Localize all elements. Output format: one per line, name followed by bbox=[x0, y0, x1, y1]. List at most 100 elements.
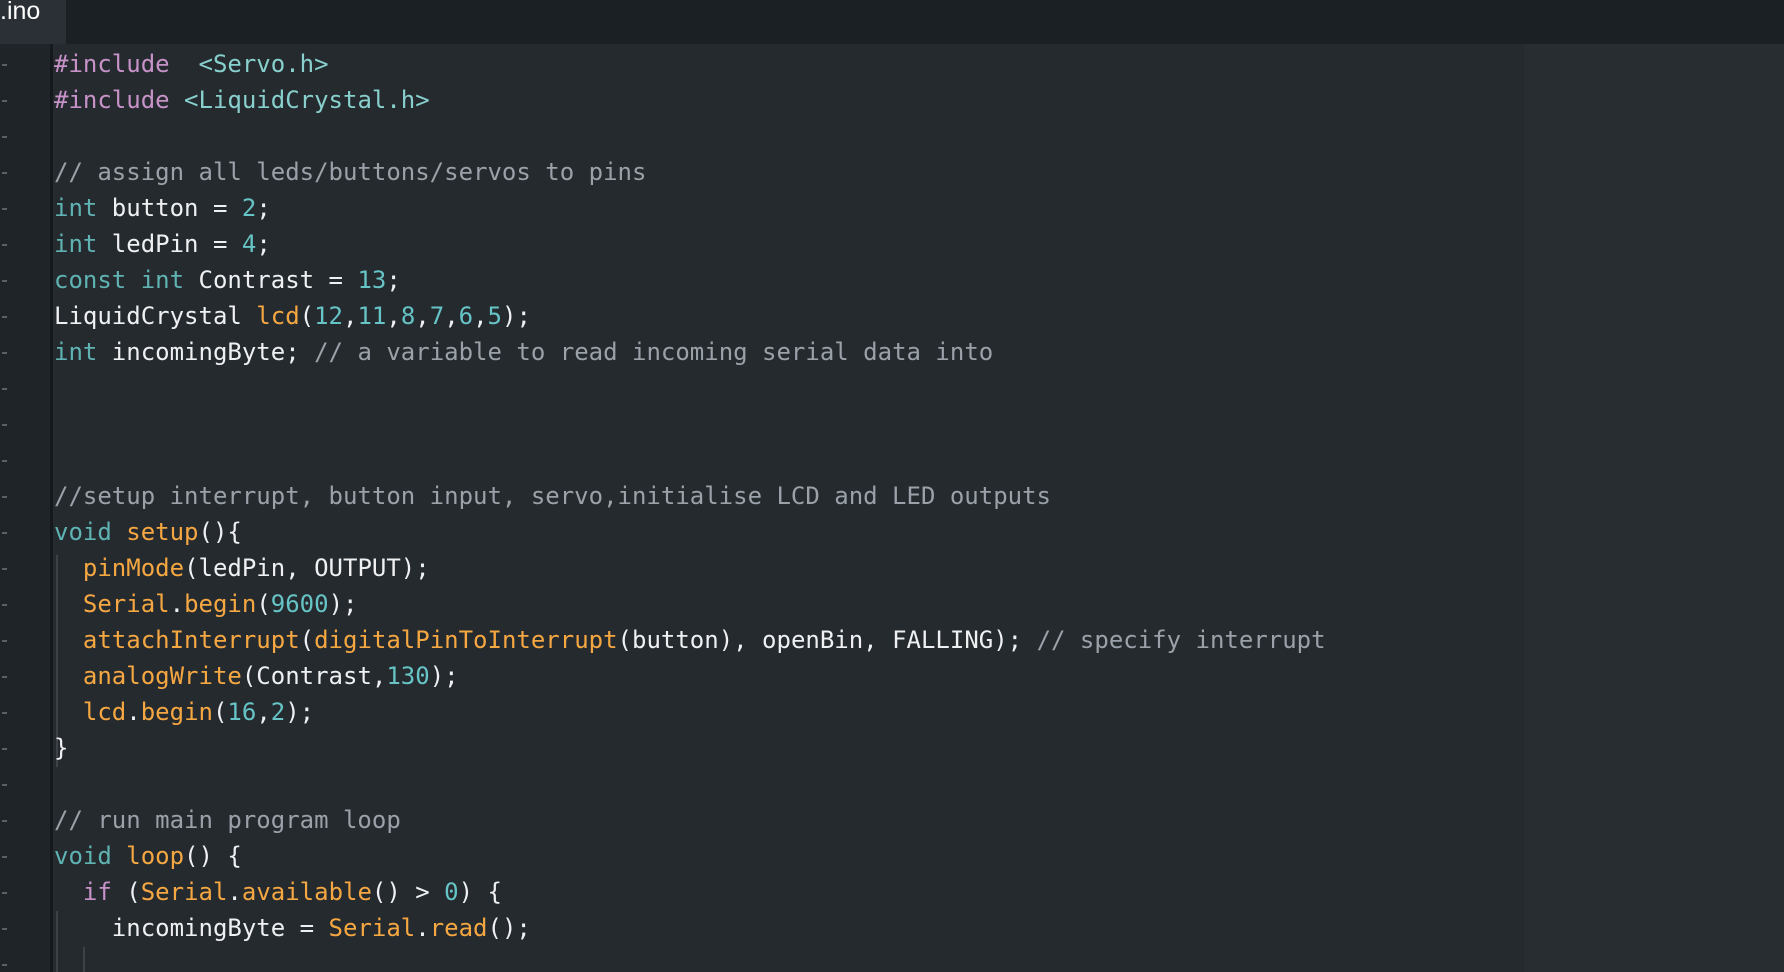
code-token: (){ bbox=[198, 518, 242, 546]
code-token: Serial bbox=[140, 878, 228, 906]
code-token: , bbox=[444, 302, 459, 330]
code-token: int bbox=[54, 194, 98, 222]
code-line: lcd.begin(16,2); bbox=[54, 694, 314, 730]
gutter-divider bbox=[50, 44, 53, 972]
line-number-mark bbox=[2, 64, 7, 66]
code-token: 4 bbox=[241, 230, 257, 258]
code-token: #include bbox=[54, 50, 170, 78]
code-line: LiquidCrystal lcd(12,11,8,7,6,5); bbox=[54, 298, 531, 334]
code-token: #include bbox=[54, 86, 170, 114]
code-token: 5 bbox=[487, 302, 502, 330]
code-line: attachInterrupt(digitalPinToInterrupt(bu… bbox=[54, 622, 1326, 658]
code-token: 2 bbox=[270, 698, 286, 726]
code-token: , bbox=[256, 698, 271, 726]
code-token: ledPin = bbox=[97, 230, 242, 258]
line-number-mark bbox=[2, 244, 7, 246]
code-token: 16 bbox=[227, 698, 257, 726]
code-token: incomingByte; bbox=[97, 338, 315, 366]
code-line: //setup interrupt, button input, servo,i… bbox=[54, 478, 1051, 514]
code-token: analogWrite bbox=[82, 662, 242, 690]
code-token: . bbox=[415, 914, 430, 942]
line-number-mark bbox=[2, 568, 7, 570]
code-line: pinMode(ledPin, OUTPUT); bbox=[54, 550, 430, 586]
code-editor[interactable]: .ino #include <Servo.h> #include <LiquidC… bbox=[0, 0, 1784, 972]
code-line: if (Serial.available() > 0) { bbox=[54, 874, 502, 910]
line-number-mark bbox=[2, 748, 7, 750]
code-token: (Contrast, bbox=[241, 662, 387, 690]
code-token: (button), openBin, FALLING); bbox=[617, 626, 1037, 654]
code-line: #include <LiquidCrystal.h> bbox=[54, 82, 430, 118]
code-line: } bbox=[54, 730, 68, 766]
code-token: 130 bbox=[386, 662, 430, 690]
code-token: ( bbox=[111, 878, 141, 906]
editor-content[interactable]: #include <Servo.h> #include <LiquidCrysta… bbox=[0, 44, 1784, 972]
code-token: 9600 bbox=[270, 590, 329, 618]
line-number-mark bbox=[2, 388, 7, 390]
code-token: ; bbox=[256, 194, 271, 222]
line-number-mark bbox=[2, 136, 7, 138]
line-number-mark bbox=[2, 316, 7, 318]
code-line: incomingByte = Serial.read(); bbox=[54, 910, 531, 946]
line-number-mark bbox=[2, 964, 7, 966]
code-token: 6 bbox=[458, 302, 474, 330]
code-token: lcd bbox=[256, 302, 300, 330]
code-token: 0 bbox=[444, 878, 459, 906]
code-line: int button = 2; bbox=[54, 190, 271, 226]
tab-file[interactable]: .ino bbox=[0, 0, 66, 44]
minimap-area bbox=[1524, 44, 1784, 972]
code-token: pinMode bbox=[82, 554, 185, 582]
code-token: 13 bbox=[357, 266, 387, 294]
code-token: 12 bbox=[314, 302, 344, 330]
tab-title: .ino bbox=[0, 0, 41, 25]
code-token: <LiquidCrystal.h> bbox=[184, 86, 430, 114]
code-token: 11 bbox=[357, 302, 387, 330]
code-token: . bbox=[169, 590, 185, 618]
code-token: ( bbox=[299, 302, 315, 330]
code-token: <Servo.h> bbox=[198, 50, 329, 78]
line-number-mark bbox=[2, 640, 7, 642]
line-number-mark bbox=[2, 712, 7, 714]
line-number-gutter[interactable] bbox=[0, 44, 50, 972]
code-line: analogWrite(Contrast,130); bbox=[54, 658, 459, 694]
line-number-mark bbox=[2, 424, 7, 426]
code-token: Serial bbox=[82, 590, 170, 618]
code-token: ( bbox=[212, 698, 228, 726]
code-token: ) { bbox=[458, 878, 502, 906]
line-number-mark bbox=[2, 892, 7, 894]
code-token: 7 bbox=[429, 302, 445, 330]
line-number-mark bbox=[2, 460, 7, 462]
code-line: const int Contrast = 13; bbox=[54, 262, 401, 298]
line-number-mark bbox=[2, 496, 7, 498]
code-token: () > bbox=[371, 878, 445, 906]
code-token: const bbox=[54, 266, 127, 294]
code-token: . bbox=[126, 698, 141, 726]
code-token: int bbox=[140, 266, 185, 294]
code-line: #include <Servo.h> bbox=[54, 46, 329, 82]
code-token: (ledPin, OUTPUT); bbox=[184, 554, 430, 582]
code-token: Serial bbox=[328, 914, 416, 942]
code-token: () { bbox=[184, 842, 242, 870]
code-token: setup bbox=[126, 518, 199, 546]
code-token: if bbox=[82, 878, 112, 906]
line-number-mark bbox=[2, 820, 7, 822]
code-token: // specify interrupt bbox=[1036, 626, 1326, 654]
line-number-mark bbox=[2, 784, 7, 786]
code-token: 8 bbox=[400, 302, 416, 330]
code-line: int incomingByte; // a variable to read … bbox=[54, 334, 993, 370]
code-line: // assign all leds/buttons/servos to pin… bbox=[54, 154, 646, 190]
code-token: int bbox=[54, 230, 98, 258]
code-token: ; bbox=[386, 266, 401, 294]
code-token: } bbox=[54, 734, 69, 762]
code-line: void setup(){ bbox=[54, 514, 242, 550]
